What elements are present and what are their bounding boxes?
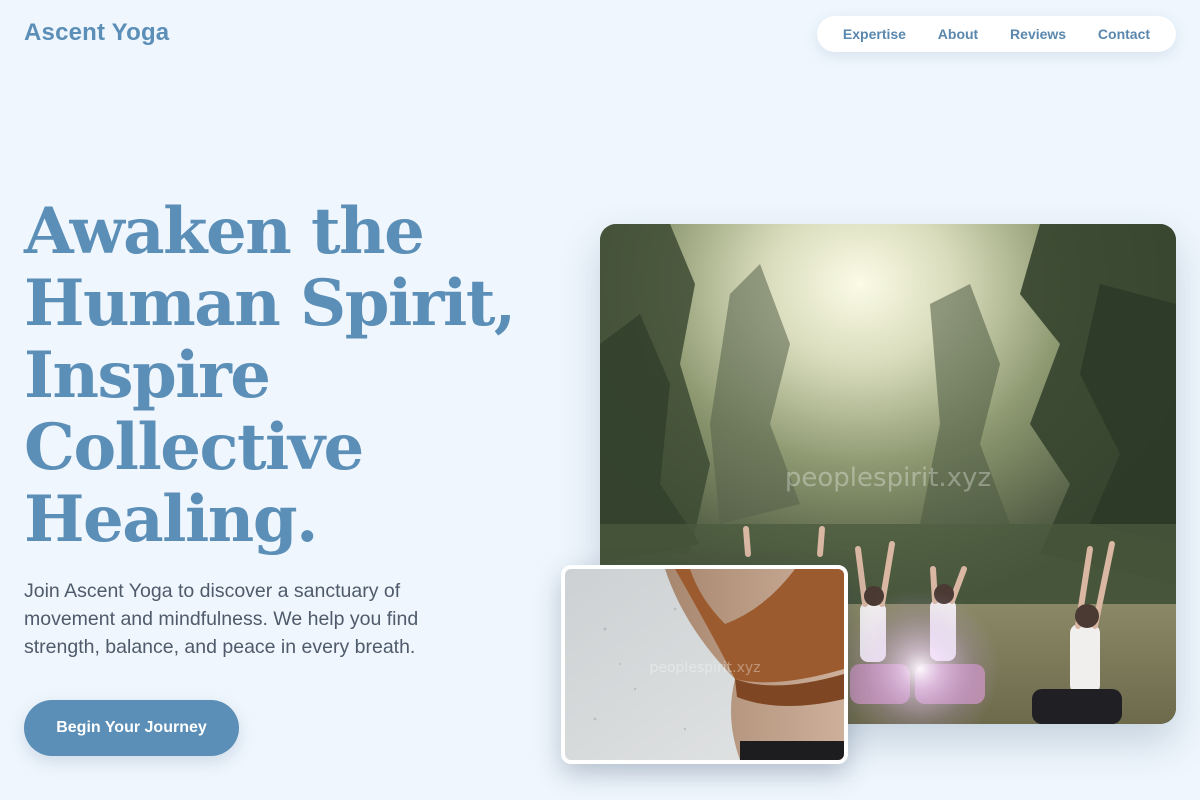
nav-link-expertise[interactable]: Expertise [843, 26, 906, 42]
inset-image-watermark: peoplespirit.xyz [649, 660, 760, 676]
nav-link-about[interactable]: About [938, 26, 978, 42]
brand-logo-text[interactable]: Ascent Yoga [24, 19, 169, 47]
nav-link-contact[interactable]: Contact [1098, 26, 1150, 42]
nav-link-reviews[interactable]: Reviews [1010, 26, 1066, 42]
hero-subtitle: Join Ascent Yoga to discover a sanctuary… [24, 580, 419, 658]
main-image-watermark: peoplespirit.xyz [785, 463, 991, 493]
headline-line: Awaken the [24, 194, 425, 269]
headline-line: Inspire [24, 338, 271, 413]
hero-headline: Awaken the Human Spirit, Inspire Collect… [24, 196, 544, 556]
yoga-back-detail-image: peoplespirit.xyz [565, 569, 844, 760]
headline-line: Collective [24, 410, 364, 485]
headline-line: Human Spirit, [24, 266, 516, 341]
hero-inset-photo: peoplespirit.xyz [561, 565, 848, 764]
top-navigation: Expertise About Reviews Contact [817, 16, 1176, 52]
begin-journey-button[interactable]: Begin Your Journey [24, 700, 239, 756]
headline-line: Healing. [24, 482, 318, 557]
